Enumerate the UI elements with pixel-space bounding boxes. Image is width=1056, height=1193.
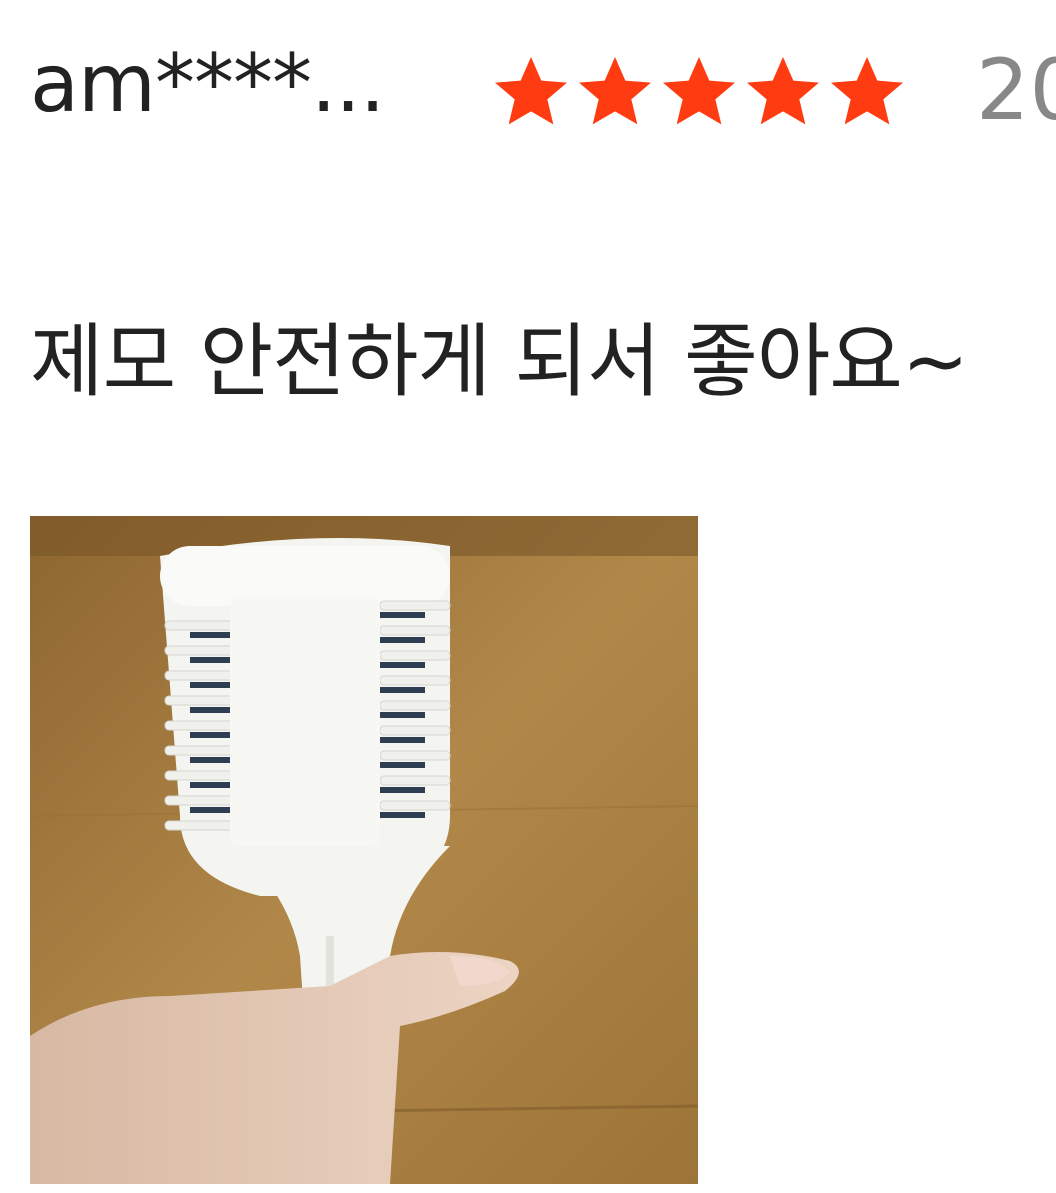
review-date: 20 — [976, 41, 1056, 139]
star-icon — [658, 52, 740, 132]
review-photo-image — [30, 516, 698, 1184]
star-icon — [826, 52, 908, 132]
star-rating — [490, 52, 908, 132]
star-icon — [490, 52, 572, 132]
review-photo[interactable] — [30, 516, 698, 1184]
star-icon — [574, 52, 656, 132]
star-icon — [742, 52, 824, 132]
review-card: am****... 20 제모 안전하게 되서 좋아요~ — [0, 0, 1056, 1193]
review-header: am****... 20 — [0, 0, 1056, 180]
review-text: 제모 안전하게 되서 좋아요~ — [30, 315, 969, 408]
reviewer-name: am****... — [30, 37, 385, 130]
